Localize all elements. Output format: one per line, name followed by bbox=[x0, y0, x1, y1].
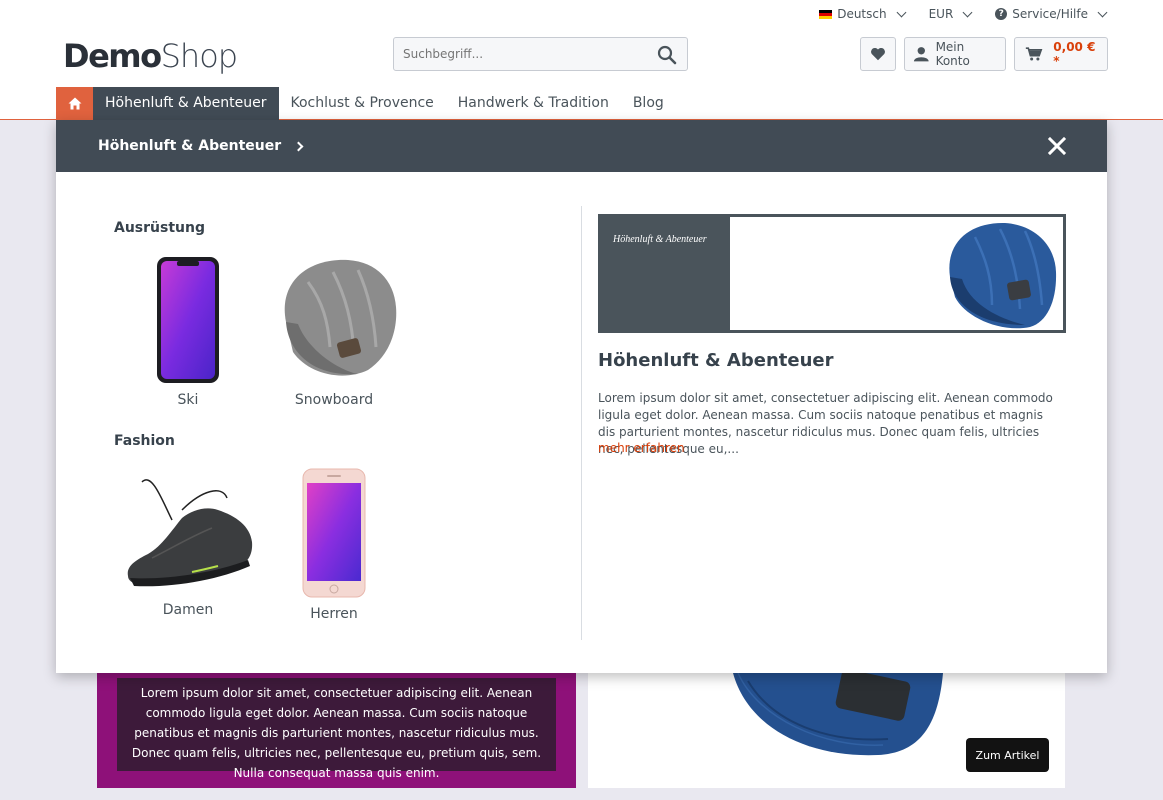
currency-label: EUR bbox=[928, 7, 954, 21]
promo-text: Lorem ipsum dolor sit amet, consectetuer… bbox=[117, 678, 556, 780]
nav-item-handwerk[interactable]: Handwerk & Tradition bbox=[446, 87, 621, 120]
account-button[interactable]: Mein Konto bbox=[904, 37, 1006, 71]
category-heading-ausruestung[interactable]: Ausrüstung bbox=[114, 220, 205, 236]
read-more-link[interactable]: mehr erfahren bbox=[598, 441, 685, 455]
category-teaser-banner[interactable]: Höhenluft & Abenteuer bbox=[598, 214, 1066, 333]
home-icon bbox=[68, 97, 81, 110]
logo-text-bold: Demo bbox=[63, 37, 162, 75]
nav-item-hoehenluft[interactable]: Höhenluft & Abenteuer bbox=[93, 87, 279, 120]
category-item-snowboard[interactable]: Snowboard bbox=[264, 252, 404, 408]
flyout-header: Höhenluft & Abenteuer bbox=[56, 120, 1107, 172]
chevron-down-icon bbox=[962, 7, 973, 17]
chevron-right-icon bbox=[293, 141, 304, 151]
language-label: Deutsch bbox=[837, 7, 887, 21]
service-menu[interactable]: ? Service/Hilfe bbox=[995, 6, 1108, 22]
teaser-label: Höhenluft & Abenteuer bbox=[613, 234, 707, 245]
category-item-label: Snowboard bbox=[294, 392, 374, 408]
cart-button[interactable]: 0,00 € * bbox=[1014, 37, 1108, 71]
chevron-down-icon bbox=[1097, 7, 1108, 17]
category-heading-fashion[interactable]: Fashion bbox=[114, 433, 175, 449]
logo-text-light: Shop bbox=[160, 37, 238, 75]
search-box bbox=[393, 37, 688, 71]
main-navigation: Höhenluft & Abenteuer Kochlust & Provenc… bbox=[56, 87, 676, 120]
heart-icon bbox=[871, 47, 885, 61]
blue-beanie-image bbox=[949, 222, 1057, 329]
to-article-button[interactable]: Zum Artikel bbox=[966, 738, 1049, 772]
smartphone-image bbox=[302, 468, 366, 598]
gray-beanie-image bbox=[284, 259, 397, 376]
header-actions: Mein Konto 0,00 € * bbox=[860, 37, 1108, 71]
category-item-ski[interactable]: Ski bbox=[118, 256, 258, 408]
promo-banner: Lorem ipsum dolor sit amet, consectetuer… bbox=[97, 673, 576, 788]
account-label: Mein Konto bbox=[935, 40, 970, 68]
language-selector[interactable]: Deutsch bbox=[819, 6, 907, 22]
header: Deutsch EUR ? Service/Hilfe DemoShop Mei… bbox=[0, 0, 1163, 120]
user-icon bbox=[913, 47, 929, 62]
category-item-herren[interactable]: Herren bbox=[264, 468, 404, 622]
nav-item-kochlust[interactable]: Kochlust & Provence bbox=[279, 87, 446, 120]
currency-selector[interactable]: EUR bbox=[929, 6, 974, 22]
category-item-label: Damen bbox=[162, 602, 214, 618]
chevron-down-icon bbox=[896, 7, 907, 17]
search-input[interactable] bbox=[394, 38, 634, 70]
category-item-label: Ski bbox=[177, 392, 199, 408]
teaser-image-area bbox=[730, 217, 1063, 330]
wishlist-button[interactable] bbox=[860, 37, 896, 71]
cart-icon bbox=[1025, 47, 1043, 61]
sneaker-image bbox=[127, 479, 253, 587]
german-flag-icon bbox=[819, 9, 833, 19]
search-icon[interactable] bbox=[657, 45, 677, 65]
nav-item-blog[interactable]: Blog bbox=[621, 87, 676, 120]
category-item-damen[interactable]: Damen bbox=[118, 470, 258, 618]
product-teaser-card: Zum Artikel bbox=[588, 673, 1065, 788]
smartphone-image bbox=[157, 257, 219, 383]
question-icon: ? bbox=[995, 8, 1008, 20]
cart-total: 0,00 € * bbox=[1053, 40, 1096, 68]
flyout-divider bbox=[581, 206, 582, 640]
flyout-title-link[interactable]: Höhenluft & Abenteuer bbox=[98, 138, 281, 154]
service-label: Service/Hilfe bbox=[1012, 7, 1088, 21]
close-icon[interactable] bbox=[1045, 134, 1069, 158]
shop-logo[interactable]: DemoShop bbox=[63, 36, 238, 76]
top-bar: Deutsch EUR ? Service/Hilfe bbox=[819, 6, 1108, 22]
category-item-label: Herren bbox=[310, 606, 358, 622]
flyout-heading: Höhenluft & Abenteuer bbox=[598, 350, 834, 371]
home-button[interactable] bbox=[56, 87, 93, 120]
mega-menu-flyout: Höhenluft & Abenteuer Ausrüstung Ski Sno… bbox=[56, 120, 1107, 673]
